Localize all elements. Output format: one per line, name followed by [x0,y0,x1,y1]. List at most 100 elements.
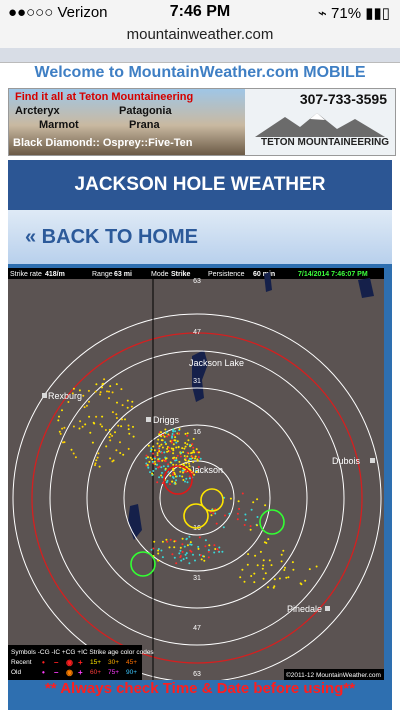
strike-dot [190,550,193,553]
strike-dot [171,476,174,478]
strike-dot [173,556,176,559]
strike-dot [186,481,189,484]
strike-dot [247,553,250,556]
strike-dot [157,552,160,555]
strike-dot [99,423,102,426]
strike-dot [268,559,271,562]
strike-dot [222,526,225,529]
strike-dot [184,459,187,462]
strike-dot [119,452,122,454]
strike-dot [156,454,159,457]
url-text[interactable]: mountainweather.com [127,26,274,43]
strike-dot [165,443,167,445]
strike-dot [256,564,259,567]
site-banner-strip [0,48,400,63]
strike-dot [145,457,148,460]
strike-dot [185,557,188,559]
strike-dot [169,461,172,464]
strike-dot [173,439,176,442]
ad-brand: Black Diamond:: Osprey::Five-Ten [13,137,193,149]
strike-dot [239,576,242,579]
strike-dot [157,559,160,562]
place-label: Rexburg [48,391,82,401]
strike-dot [174,475,177,478]
strike-dot [169,440,172,443]
map-datetime: 7/14/2014 7:46:07 PM [298,271,368,278]
strike-dot [163,451,166,454]
legend-age: 45+ [126,659,137,666]
strike-dot [61,409,63,412]
strike-dot [256,498,259,501]
strike-dot [264,504,267,507]
teton-mountaineering-ad[interactable]: Find it all at Teton Mountaineering Arct… [8,88,396,156]
strike-dot [103,378,106,381]
strike-dot [194,457,196,460]
strike-dot [152,470,155,472]
strike-dot [173,482,176,485]
strike-dot [126,406,129,409]
strike-dot [249,525,252,528]
strike-dot [178,460,181,463]
strike-dot [111,411,114,414]
ad-brand: Patagonia [119,105,172,117]
strike-dot [82,394,85,397]
strike-dot [173,540,176,543]
strike-dot [168,446,171,449]
strike-dot [147,444,150,447]
strike-dot [224,514,226,517]
strike-dot [241,492,244,495]
strike-dot [166,450,169,453]
strike-dot [185,552,188,555]
strike-dot [157,460,160,462]
ring-label: 31 [193,575,201,582]
strike-dot [102,382,105,385]
strike-dot [178,552,181,555]
strike-dot [262,559,265,562]
legend-age: 60+ [90,669,101,676]
strike-dot [197,456,200,459]
strike-dot [57,419,60,422]
strike-dot [168,483,171,486]
strike-dot [174,459,177,462]
strike-dot [99,391,102,394]
strike-dot [160,439,163,442]
strike-dot [132,425,134,428]
strike-dot [246,563,249,566]
strike-dot [181,537,184,540]
strike-dot [166,447,169,450]
strike-dot [158,450,161,453]
strike-dot [192,437,195,440]
strike-dot [244,513,247,516]
strike-dot [145,462,148,465]
strike-dot [156,442,159,445]
strike-dot [122,453,125,456]
strike-dot [216,548,219,551]
strike-dot [186,443,189,446]
strike-dot [198,536,201,539]
strike-dot [119,441,121,444]
strike-dot [96,456,99,459]
strike-dot [187,459,190,462]
legend-symbol-icon: • [42,658,45,667]
strike-dot [151,472,154,475]
strike-dot [168,546,171,549]
place-label: Pinedale [287,604,322,614]
url-bar[interactable]: mountainweather.com [0,26,400,48]
strike-dot [62,441,64,444]
strike-dot [267,586,269,589]
strike-dot [203,559,206,562]
back-to-home-link[interactable]: « BACK TO HOME [25,226,198,249]
strike-dot [154,455,156,458]
strike-dot [169,474,172,477]
strike-dot [72,452,75,455]
strike-dot [164,441,167,444]
strike-rate-label: Strike rate [10,271,42,278]
strike-dot [106,390,108,393]
strike-dot [243,580,246,583]
strike-dot [111,391,114,394]
strike-dot [259,550,262,553]
strike-dot [111,460,114,463]
strike-dot [308,568,311,571]
strike-dot [145,454,148,457]
strike-dot [197,547,200,550]
